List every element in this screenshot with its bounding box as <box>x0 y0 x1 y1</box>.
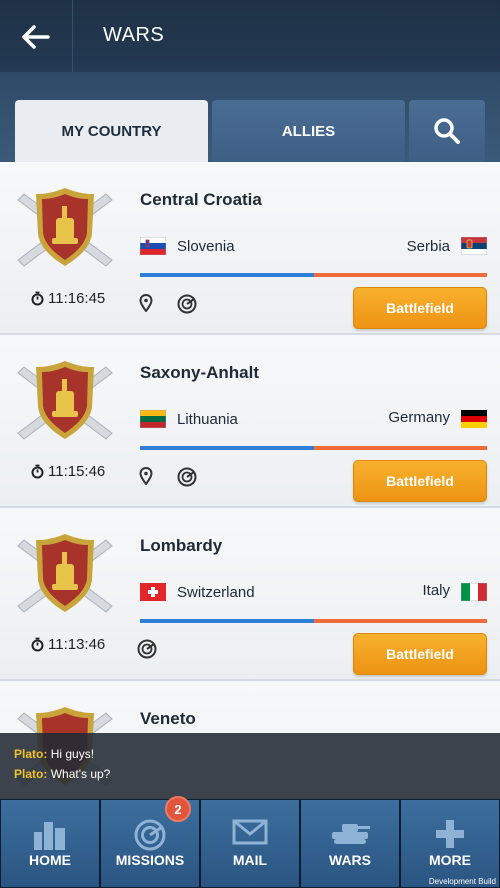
chat-text: Hi guys! <box>50 747 95 761</box>
nav-label: MORE <box>429 852 471 868</box>
nav-more[interactable]: MORE <box>400 799 500 888</box>
war-progress-bar <box>140 273 487 277</box>
war-timer: 11:15:46 <box>30 463 105 480</box>
war-progress-bar <box>140 446 487 450</box>
lithuania-flag-icon <box>140 410 166 428</box>
stopwatch-icon <box>31 464 44 479</box>
timer-value: 11:16:45 <box>48 290 106 307</box>
radar-icon <box>134 819 166 851</box>
dev-build-label: Development Build <box>428 877 496 886</box>
back-button[interactable] <box>0 0 73 73</box>
tab-allies[interactable]: ALLIES <box>212 100 405 162</box>
serbia-flag-icon <box>461 237 487 255</box>
timer-value: 11:13:46 <box>48 636 106 653</box>
war-card: 11:13:46 Lombardy Switzerland Italy Batt… <box>0 508 500 681</box>
tab-my-country[interactable]: MY COUNTRY <box>15 100 208 162</box>
slovenia-flag-icon <box>140 237 166 255</box>
plus-icon <box>436 820 464 848</box>
war-timer: 11:16:45 <box>30 290 105 307</box>
defender-country: Italy <box>422 582 450 599</box>
germany-flag-icon <box>461 410 487 428</box>
location-pin-icon[interactable] <box>139 467 153 485</box>
defender-country: Germany <box>388 409 450 426</box>
bottom-nav: HOME 2 MISSIONS MAIL WARS MORE Developme… <box>0 796 500 888</box>
nav-mail[interactable]: MAIL <box>200 799 300 888</box>
nav-home[interactable]: HOME <box>0 799 100 888</box>
attacker-country: Slovenia <box>177 238 235 255</box>
radar-icon[interactable] <box>137 639 157 659</box>
stopwatch-icon <box>31 291 44 306</box>
nav-wars[interactable]: WARS <box>300 799 400 888</box>
timer-value: 11:15:46 <box>48 463 106 480</box>
search-icon <box>434 118 460 144</box>
region-name: Veneto <box>140 709 196 728</box>
tab-bar: MY COUNTRY ALLIES <box>0 73 500 162</box>
location-pin-icon[interactable] <box>139 294 153 312</box>
nav-label: WARS <box>329 852 371 868</box>
chat-message: Plato: Hi guys! <box>14 747 94 761</box>
nav-label: HOME <box>29 852 71 868</box>
tank-emblem-icon <box>17 188 113 267</box>
radar-icon[interactable] <box>177 294 197 314</box>
attacker-country: Lithuania <box>177 411 238 428</box>
region-name: Central Croatia <box>140 190 262 209</box>
notification-badge: 2 <box>165 796 191 822</box>
mail-icon <box>232 819 268 845</box>
radar-icon[interactable] <box>177 467 197 487</box>
attacker-country: Switzerland <box>177 584 255 601</box>
war-card: 11:16:45 Central Croatia Slovenia Serbia… <box>0 162 500 335</box>
chat-user: Plato: <box>14 767 48 781</box>
chat-user: Plato: <box>14 747 48 761</box>
top-bar: WARS <box>0 0 500 73</box>
tank-icon <box>332 824 370 844</box>
defender-country: Serbia <box>406 238 450 255</box>
arrow-left-icon <box>22 24 50 49</box>
battlefield-button[interactable]: Battlefield <box>353 287 487 329</box>
chat-message: Plato: What's up? <box>14 767 110 781</box>
search-button[interactable] <box>409 100 485 162</box>
italy-flag-icon <box>461 583 487 601</box>
chat-overlay[interactable]: Plato: Hi guys! Plato: What's up? <box>0 733 500 799</box>
chat-text: What's up? <box>50 767 111 781</box>
nav-label: MAIL <box>232 852 268 868</box>
nav-label: MISSIONS <box>115 852 185 868</box>
region-name: Lombardy <box>140 536 223 555</box>
switzerland-flag-icon <box>140 583 166 601</box>
tank-emblem-icon <box>17 361 113 440</box>
war-card: 11:15:46 Saxony-Anhalt Lithuania Germany… <box>0 335 500 508</box>
region-name: Saxony-Anhalt <box>140 363 260 382</box>
war-progress-bar <box>140 619 487 623</box>
tank-emblem-icon <box>17 534 113 613</box>
nav-missions[interactable]: 2 MISSIONS <box>100 796 200 888</box>
battlefield-button[interactable]: Battlefield <box>353 460 487 502</box>
page-title: WARS <box>103 24 165 46</box>
city-icon <box>34 822 65 850</box>
stopwatch-icon <box>31 637 44 652</box>
battlefield-button[interactable]: Battlefield <box>353 633 487 675</box>
war-timer: 11:13:46 <box>30 636 105 653</box>
